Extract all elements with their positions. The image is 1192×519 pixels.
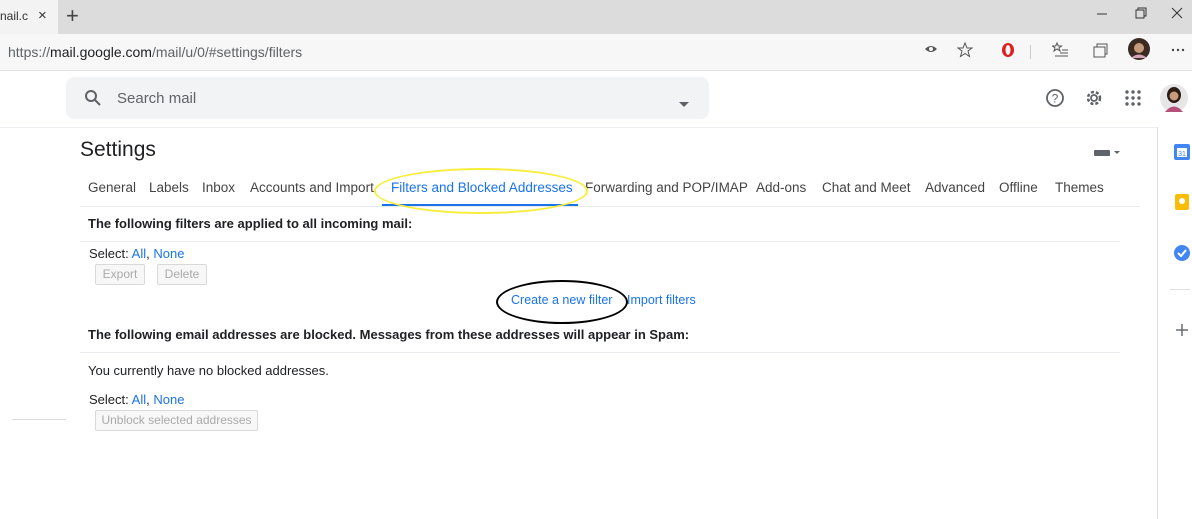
tab-close-icon[interactable]: × [38,7,47,24]
apps-grid-icon[interactable] [1124,89,1142,112]
url-host: mail.google.com [50,44,152,60]
opera-extension-icon[interactable] [1001,42,1015,63]
blocked-divider [80,352,1120,353]
more-options-icon[interactable] [1170,41,1186,62]
select-none-link[interactable]: None [153,392,184,407]
left-nav-divider [12,419,66,420]
filters-heading: The following filters are applied to all… [88,216,413,231]
profile-avatar[interactable] [1128,38,1150,65]
favorite-star-icon[interactable] [956,41,974,63]
url-prefix: https:// [8,44,51,60]
calendar-icon[interactable]: 31 [1173,143,1191,166]
tabs-divider [80,206,1140,207]
tab-accounts-and-import[interactable]: Accounts and Import [250,180,374,195]
delete-button[interactable]: Delete [157,264,207,285]
tab-general[interactable]: General [88,180,136,195]
tab-offline[interactable]: Offline [999,180,1038,195]
minimize-icon[interactable] [1095,6,1109,25]
collections-icon[interactable] [1092,42,1108,63]
tab-chat-and-meet[interactable]: Chat and Meet [822,180,911,195]
url-input[interactable]: https://mail.google.com/mail/u/0/#settin… [8,44,302,60]
keep-icon[interactable] [1173,193,1191,216]
import-filters-link[interactable]: Import filters [627,293,696,307]
blocked-heading: The following email addresses are blocke… [88,327,690,342]
toolbar-divider [1030,45,1031,59]
search-options-icon[interactable] [679,95,689,113]
window-close-icon[interactable] [1170,6,1184,25]
search-input[interactable]: Search mail [117,90,196,107]
restore-icon[interactable] [1133,6,1147,25]
blocked-select-row: Select: All, None [89,392,184,407]
tab-inbox[interactable]: Inbox [202,180,235,195]
select-label: Select: [89,392,129,407]
filters-select-row: Select: All, None [89,246,184,261]
favorites-list-icon[interactable] [1051,41,1068,63]
tab-labels[interactable]: Labels [149,180,189,195]
keyboard-input-icon[interactable] [1094,145,1120,163]
header-divider [0,127,1157,128]
side-panel-separator [1170,289,1190,290]
create-new-filter-link[interactable]: Create a new filter [511,293,612,307]
add-addon-icon[interactable] [1175,323,1189,342]
browser-tab-bar [0,0,1192,34]
help-icon[interactable]: ? [1045,88,1065,113]
tab-filters-and-blocked-addresses[interactable]: Filters and Blocked Addresses [391,180,573,195]
new-tab-icon[interactable]: + [66,3,79,29]
select-all-link[interactable]: All [132,392,146,407]
select-none-link[interactable]: None [153,246,184,261]
no-blocked-message: You currently have no blocked addresses. [88,363,329,378]
tab-add-ons[interactable]: Add-ons [756,180,806,195]
export-button[interactable]: Export [95,264,145,285]
url-path: /mail/u/0/#settings/filters [151,44,303,60]
tab-advanced[interactable]: Advanced [925,180,985,195]
select-separator: , [146,392,150,407]
side-panel-divider [1157,127,1158,519]
page-title: Settings [80,138,156,161]
browser-tab-title: nail.c [0,9,29,23]
tracking-icon[interactable] [924,42,938,61]
select-separator: , [146,246,150,261]
gear-icon[interactable] [1084,88,1104,113]
account-avatar[interactable] [1160,84,1188,117]
svg-text:31: 31 [1178,151,1186,158]
select-label: Select: [89,246,129,261]
tab-forwarding-and-pop-imap[interactable]: Forwarding and POP/IMAP [585,180,748,195]
tasks-icon[interactable] [1173,244,1191,267]
unblock-selected-button[interactable]: Unblock selected addresses [95,410,258,431]
tab-themes[interactable]: Themes [1055,180,1104,195]
select-all-link[interactable]: All [132,246,146,261]
search-icon[interactable] [84,89,102,112]
filters-divider [80,241,1120,242]
svg-text:?: ? [1052,92,1059,106]
